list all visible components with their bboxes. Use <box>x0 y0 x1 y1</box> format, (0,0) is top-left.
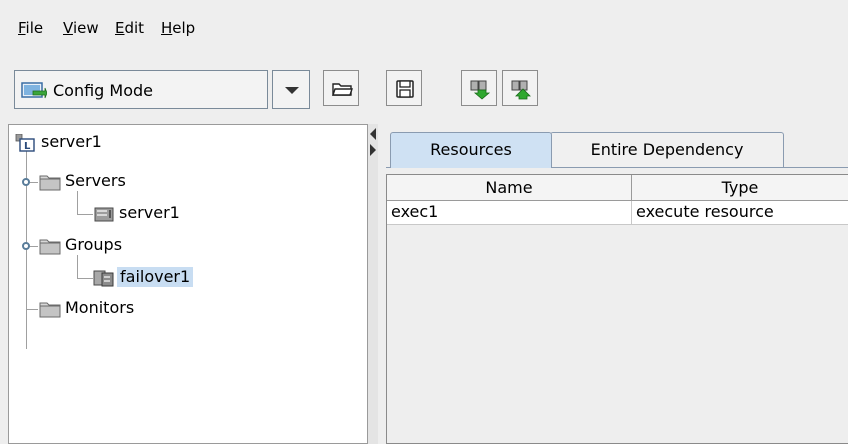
expand-handle-groups[interactable] <box>22 242 30 250</box>
tree-node-monitors-label: Monitors <box>65 298 135 317</box>
menu-file[interactable]: File <box>18 19 43 37</box>
resources-table: Name Type exec1 execute resource <box>386 174 848 444</box>
download-button[interactable] <box>461 70 497 106</box>
split-pane-divider[interactable] <box>368 124 378 444</box>
tree-node-servers-label: Servers <box>65 171 126 190</box>
tree-node-root-label: server1 <box>41 132 102 151</box>
folder-icon <box>39 239 61 255</box>
tree-node-failover-group-label: failover1 <box>117 267 194 287</box>
tree-line <box>77 278 93 279</box>
save-icon <box>396 80 414 98</box>
menu-file-mnemonic: F <box>18 19 26 37</box>
svg-text:L: L <box>24 141 31 152</box>
toolbar: Config Mode <box>0 58 848 118</box>
folder-icon <box>39 175 61 191</box>
tab-resources[interactable]: Resources <box>390 132 552 168</box>
tree-line <box>77 214 93 215</box>
cluster-tree[interactable]: L server1 Servers server1 Groups failove… <box>8 124 368 444</box>
mode-dropdown-button[interactable] <box>272 70 310 109</box>
detail-panel: Resources Entire Dependency Name Type ex… <box>378 124 848 444</box>
menu-help-rest: elp <box>172 19 196 37</box>
tree-line <box>77 255 78 279</box>
tree-node-groups-label: Groups <box>65 235 123 254</box>
menu-file-rest: ile <box>25 19 44 37</box>
cluster-icon: L <box>15 134 35 152</box>
folder-icon <box>39 302 61 318</box>
menu-help[interactable]: Help <box>161 19 195 37</box>
open-folder-icon <box>332 83 353 96</box>
menu-bar: File View Edit Help <box>0 0 848 40</box>
menu-view-rest: iew <box>72 19 99 37</box>
column-header-type[interactable]: Type <box>632 175 848 201</box>
config-mode-icon <box>21 82 47 99</box>
tree-line <box>26 309 38 310</box>
upload-button[interactable] <box>502 70 538 106</box>
mode-select[interactable]: Config Mode <box>14 70 268 109</box>
upload-icon <box>511 80 531 100</box>
expand-handle-servers[interactable] <box>22 178 30 186</box>
column-header-name[interactable]: Name <box>387 175 632 201</box>
tree-line <box>77 191 78 215</box>
collapse-left-icon[interactable] <box>370 128 376 140</box>
tree-node-server-label: server1 <box>119 203 180 222</box>
chevron-down-icon <box>285 87 299 94</box>
group-icon <box>93 270 114 287</box>
tab-entire-dependency[interactable]: Entire Dependency <box>550 132 784 168</box>
collapse-right-icon[interactable] <box>370 144 376 156</box>
open-button[interactable] <box>323 70 359 106</box>
menu-edit[interactable]: Edit <box>115 19 144 37</box>
menu-view[interactable]: View <box>63 19 99 37</box>
server-icon <box>94 207 114 222</box>
menu-view-mnemonic: V <box>63 19 73 37</box>
save-button[interactable] <box>386 70 422 106</box>
menu-edit-rest: dit <box>124 19 145 37</box>
table-cell-name[interactable]: exec1 <box>387 201 632 225</box>
mode-select-value: Config Mode <box>53 81 154 100</box>
table-cell-type[interactable]: execute resource <box>632 201 848 225</box>
download-icon <box>470 80 491 100</box>
menu-help-mnemonic: H <box>161 19 173 37</box>
